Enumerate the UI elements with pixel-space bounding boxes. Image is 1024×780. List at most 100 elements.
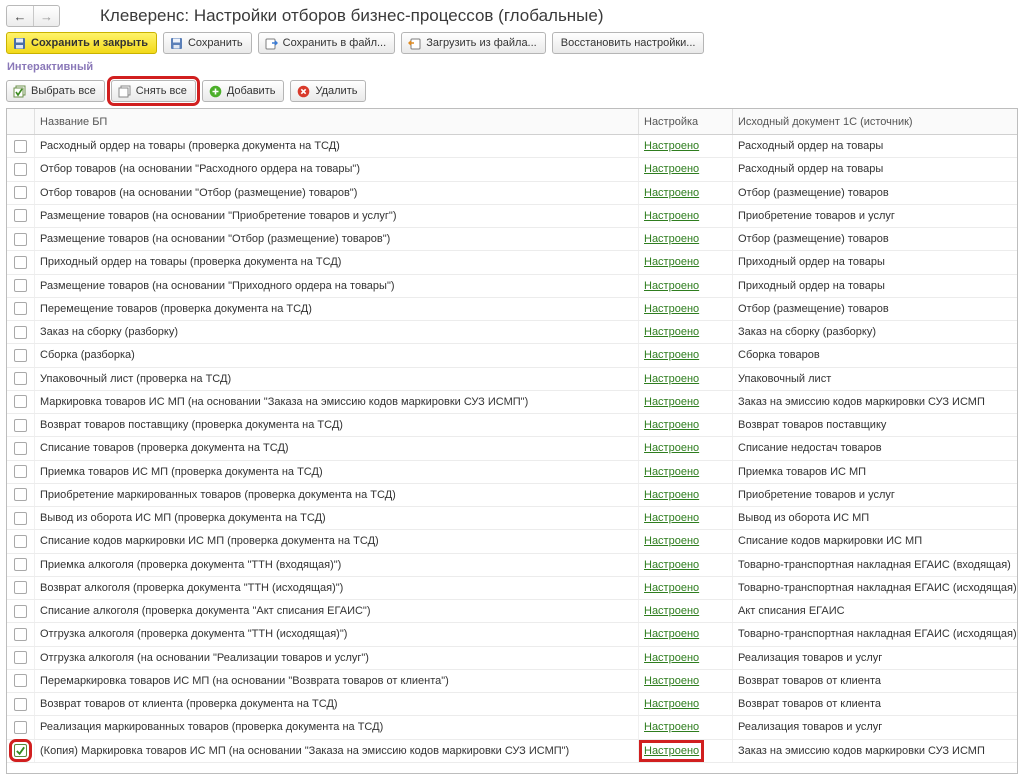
setting-link[interactable]: Настроено	[644, 442, 699, 454]
row-checkbox[interactable]	[14, 581, 27, 595]
setting-link[interactable]: Настроено	[644, 512, 699, 524]
forward-button[interactable]: →	[33, 6, 59, 26]
setting-cell: Настроено	[639, 274, 733, 297]
row-checkbox[interactable]	[14, 418, 27, 432]
select-all-label: Выбрать все	[31, 85, 96, 97]
table-row[interactable]: Приемка алкоголя (проверка документа "ТТ…	[7, 553, 1017, 577]
save-button[interactable]: Сохранить	[162, 32, 252, 54]
setting-link[interactable]: Настроено	[644, 326, 699, 338]
row-checkbox[interactable]	[14, 604, 27, 618]
row-checkbox[interactable]	[14, 395, 27, 409]
table-row[interactable]: Возврат товаров поставщику (проверка док…	[7, 414, 1017, 438]
add-button[interactable]: Добавить	[201, 80, 285, 102]
table-row[interactable]: Отгрузка алкоголя (на основании "Реализа…	[7, 646, 1017, 670]
row-checkbox[interactable]	[9, 739, 32, 763]
back-button[interactable]: ←	[7, 6, 33, 26]
setting-link[interactable]: Настроено	[644, 233, 699, 245]
setting-link[interactable]: Настроено	[644, 466, 699, 478]
row-checkbox[interactable]	[14, 162, 27, 176]
setting-link[interactable]: Настроено	[644, 605, 699, 617]
table-row[interactable]: Отбор товаров (на основании "Отбор (разм…	[7, 181, 1017, 205]
table-row[interactable]: Возврат товаров от клиента (проверка док…	[7, 693, 1017, 717]
save-and-close-button[interactable]: Сохранить и закрыть	[6, 32, 157, 54]
process-name-cell: Отбор товаров (на основании "Расходного …	[35, 158, 639, 181]
select-all-button[interactable]: Выбрать все	[6, 80, 105, 102]
checkmark-icon	[16, 746, 25, 755]
table-row[interactable]: Размещение товаров (на основании "Отбор …	[7, 228, 1017, 252]
setting-link[interactable]: Настроено	[644, 280, 699, 292]
save-to-file-button[interactable]: Сохранить в файл...	[257, 32, 396, 54]
table-row[interactable]: Приходный ордер на товары (проверка доку…	[7, 251, 1017, 275]
setting-link[interactable]: Настроено	[644, 419, 699, 431]
delete-button[interactable]: Удалить	[290, 80, 367, 102]
setting-link[interactable]: Настроено	[644, 582, 699, 594]
deselect-all-button[interactable]: Снять все	[106, 76, 200, 106]
row-checkbox[interactable]	[14, 139, 27, 153]
row-checkbox[interactable]	[14, 302, 27, 316]
table-row[interactable]: Размещение товаров (на основании "Приход…	[7, 274, 1017, 298]
column-header-source[interactable]: Исходный документ 1С (источник)	[733, 109, 1017, 134]
load-from-file-button[interactable]: Загрузить из файла...	[401, 32, 546, 54]
row-checkbox[interactable]	[14, 558, 27, 572]
setting-link[interactable]: Настроено	[644, 163, 699, 175]
setting-link[interactable]: Настроено	[638, 739, 705, 762]
table-row[interactable]: Отбор товаров (на основании "Расходного …	[7, 158, 1017, 182]
row-checkbox[interactable]	[14, 674, 27, 688]
row-checkbox[interactable]	[14, 232, 27, 246]
column-header-name[interactable]: Название БП	[35, 109, 639, 134]
table-row[interactable]: Перемещение товаров (проверка документа …	[7, 297, 1017, 321]
setting-link[interactable]: Настроено	[644, 559, 699, 571]
table-row[interactable]: Отгрузка алкоголя (проверка документа "Т…	[7, 623, 1017, 647]
row-checkbox[interactable]	[14, 534, 27, 548]
column-header-setting[interactable]: Настройка	[639, 109, 733, 134]
table-row[interactable]: Сборка (разборка) Настроено Сборка товаров	[7, 344, 1017, 368]
row-checkbox[interactable]	[14, 465, 27, 479]
row-checkbox[interactable]	[14, 511, 27, 525]
row-checkbox[interactable]	[14, 441, 27, 455]
setting-link[interactable]: Настроено	[644, 652, 699, 664]
table-row[interactable]: Вывод из оборота ИС МП (проверка докумен…	[7, 507, 1017, 531]
setting-link[interactable]: Настроено	[644, 187, 699, 199]
restore-settings-button[interactable]: Восстановить настройки...	[551, 32, 705, 54]
row-checkbox[interactable]	[14, 651, 27, 665]
table-row[interactable]: Списание алкоголя (проверка документа "А…	[7, 600, 1017, 624]
table-row[interactable]: Маркировка товаров ИС МП (на основании "…	[7, 390, 1017, 414]
row-checkbox[interactable]	[14, 279, 27, 293]
table-row[interactable]: Списание товаров (проверка документа на …	[7, 437, 1017, 461]
setting-link[interactable]: Настроено	[644, 256, 699, 268]
row-checkbox[interactable]	[14, 488, 27, 502]
table-row[interactable]: Перемаркировка товаров ИС МП (на основан…	[7, 669, 1017, 693]
row-checkbox[interactable]	[14, 627, 27, 641]
row-checkbox[interactable]	[14, 720, 27, 734]
setting-link[interactable]: Настроено	[644, 628, 699, 640]
setting-link[interactable]: Настроено	[644, 698, 699, 710]
table-row[interactable]: Упаковочный лист (проверка на ТСД) Настро…	[7, 367, 1017, 391]
row-checkbox[interactable]	[14, 186, 27, 200]
setting-link[interactable]: Настроено	[644, 140, 699, 152]
setting-link[interactable]: Настроено	[644, 535, 699, 547]
setting-link[interactable]: Настроено	[644, 373, 699, 385]
table-row[interactable]: Возврат алкоголя (проверка документа "ТТ…	[7, 576, 1017, 600]
setting-cell: Настроено	[639, 507, 733, 530]
table-row[interactable]: Расходный ордер на товары (проверка доку…	[7, 135, 1017, 159]
table-row[interactable]: Реализация маркированных товаров (провер…	[7, 716, 1017, 740]
row-checkbox[interactable]	[14, 372, 27, 386]
row-checkbox[interactable]	[14, 325, 27, 339]
table-row[interactable]: Приемка товаров ИС МП (проверка документ…	[7, 460, 1017, 484]
setting-link[interactable]: Настроено	[644, 489, 699, 501]
table-row[interactable]: Размещение товаров (на основании "Приобр…	[7, 204, 1017, 228]
setting-link[interactable]: Настроено	[644, 721, 699, 733]
table-row[interactable]: Списание кодов маркировки ИС МП (проверк…	[7, 530, 1017, 554]
row-checkbox[interactable]	[14, 697, 27, 711]
setting-link[interactable]: Настроено	[644, 349, 699, 361]
setting-link[interactable]: Настроено	[644, 303, 699, 315]
table-row[interactable]: Приобретение маркированных товаров (пров…	[7, 483, 1017, 507]
table-row[interactable]: (Копия) Маркировка товаров ИС МП (на осн…	[7, 739, 1017, 763]
row-checkbox[interactable]	[14, 209, 27, 223]
setting-link[interactable]: Настроено	[644, 210, 699, 222]
row-checkbox[interactable]	[14, 255, 27, 269]
row-checkbox[interactable]	[14, 348, 27, 362]
table-row[interactable]: Заказ на сборку (разборку) Настроено Заказ…	[7, 321, 1017, 345]
setting-link[interactable]: Настроено	[644, 396, 699, 408]
setting-link[interactable]: Настроено	[644, 675, 699, 687]
